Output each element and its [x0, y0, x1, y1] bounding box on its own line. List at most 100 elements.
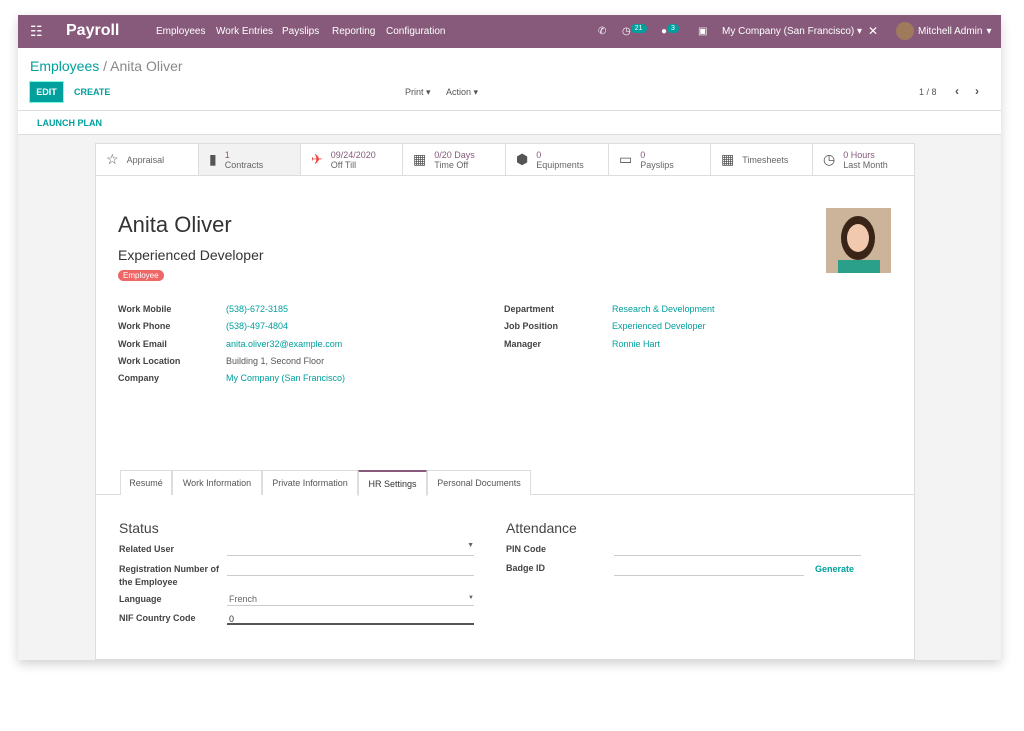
- launch-plan-button[interactable]: LAUNCH PLAN: [37, 118, 102, 128]
- menu-configuration[interactable]: Configuration: [386, 26, 445, 37]
- stat-label: Off Till: [330, 159, 357, 170]
- field-value[interactable]: Research & Development: [612, 304, 715, 314]
- stat-label: Payslips: [640, 159, 674, 170]
- field-label: Work Mobile: [118, 304, 172, 314]
- generate-badge-button[interactable]: Generate: [815, 564, 854, 574]
- job-title: Experienced Developer: [118, 247, 264, 263]
- navbar: ☷ Payroll Employees Work Entries Payslip…: [18, 15, 1001, 48]
- chevron-down-icon: ▼: [467, 542, 474, 549]
- nif-country-code-label: NIF Country Code: [119, 613, 196, 623]
- pager: 1 / 8: [919, 87, 937, 97]
- create-button[interactable]: CREATE: [74, 87, 110, 97]
- registration-number-input[interactable]: [227, 562, 474, 576]
- avatar: [896, 22, 914, 40]
- related-user-select[interactable]: ▼: [227, 542, 474, 556]
- language-select[interactable]: French ▼: [227, 592, 474, 606]
- tab-personal-documents[interactable]: Personal Documents: [427, 470, 531, 495]
- breadcrumb-current: Anita Oliver: [110, 58, 183, 74]
- action-dropdown[interactable]: Action ▾: [446, 87, 478, 98]
- employee-name: Anita Oliver: [118, 212, 232, 237]
- stat-button-payslips[interactable]: ▭ 0 Payslips: [609, 144, 711, 176]
- pin-code-input[interactable]: [614, 542, 861, 556]
- stat-label: Last Month: [843, 159, 888, 170]
- app-window: ☷ Payroll Employees Work Entries Payslip…: [18, 15, 1001, 660]
- field-value[interactable]: (538)-672-3185: [226, 304, 288, 314]
- field-value[interactable]: Ronnie Hart: [612, 339, 660, 349]
- plane-icon: ✈: [311, 151, 323, 167]
- company-name: My Company (San Francisco): [722, 26, 855, 37]
- tab-hr-settings[interactable]: HR Settings: [358, 470, 427, 496]
- calendar-icon: ▦: [413, 151, 427, 167]
- clock-icon: ◷: [823, 151, 836, 167]
- stat-label: Equipments: [536, 159, 584, 170]
- stat-button-appraisal[interactable]: ☆ Appraisal: [96, 144, 199, 176]
- menu-work-entries[interactable]: Work Entries: [216, 26, 273, 37]
- field-value[interactable]: Experienced Developer: [612, 321, 706, 331]
- next-button[interactable]: ›: [975, 84, 979, 98]
- breadcrumb-employees[interactable]: Employees: [30, 58, 99, 74]
- status-section-title: Status: [119, 520, 159, 536]
- tab-resumé[interactable]: Resumé: [120, 470, 172, 495]
- app-title: Payroll: [66, 22, 120, 39]
- stat-value: 0: [536, 149, 542, 160]
- stat-button-last-month[interactable]: ◷ 0 Hours Last Month: [813, 144, 915, 176]
- field-label: Work Email: [118, 338, 167, 349]
- field-label: Work Location: [118, 355, 181, 366]
- breadcrumb: Employees / Anita Oliver: [30, 58, 183, 74]
- employee-tag: Employee: [118, 270, 164, 281]
- phone-icon[interactable]: ✆: [598, 26, 606, 37]
- user-menu[interactable]: Mitchell Admin ▾: [896, 22, 992, 40]
- tab-private-information[interactable]: Private Information: [262, 470, 358, 495]
- edit-button[interactable]: EDIT: [29, 81, 64, 103]
- tab-work-information[interactable]: Work Information: [172, 470, 262, 495]
- company-switcher[interactable]: My Company (San Francisco) ▾: [722, 26, 862, 37]
- stat-value: 0 Hours: [843, 149, 875, 160]
- stat-value: 1: [224, 149, 230, 160]
- control-panel: Employees / Anita Oliver EDIT CREATE Pri…: [18, 48, 1001, 135]
- pin-code-label: PIN Code: [506, 544, 547, 554]
- chevron-down-icon: ▼: [468, 595, 474, 601]
- gift-icon[interactable]: ▣: [698, 26, 707, 37]
- messages-button[interactable]: ● 3: [661, 24, 679, 37]
- field-value[interactable]: My Company (San Francisco): [226, 373, 345, 383]
- money-icon: ▭: [619, 151, 633, 167]
- apps-menu-icon[interactable]: ☷: [30, 23, 43, 40]
- activity-count: 21: [630, 24, 647, 33]
- stat-button-time-off[interactable]: ▦ 0/20 Days Time Off: [403, 144, 506, 176]
- activity-button[interactable]: ◷ 21: [622, 24, 647, 37]
- star-icon: ☆: [106, 151, 119, 167]
- field-value[interactable]: (538)-497-4804: [226, 321, 288, 331]
- field-label: Manager: [504, 338, 542, 349]
- field-label: Department: [504, 304, 555, 314]
- menu-employees[interactable]: Employees: [156, 26, 205, 37]
- registration-number-label: Registration Number of the Employee: [119, 564, 220, 587]
- stat-button-timesheets[interactable]: ▦ Timesheets: [711, 144, 813, 176]
- badge-id-label: Badge ID: [506, 563, 546, 573]
- stat-label: Timesheets: [742, 154, 789, 165]
- field-label: Job Position: [504, 321, 558, 332]
- stat-value: 0: [640, 149, 646, 160]
- stat-button-off-till[interactable]: ✈ 09/24/2020 Off Till: [301, 144, 403, 176]
- print-dropdown[interactable]: Print ▾: [405, 87, 431, 98]
- stat-button-equipments[interactable]: ⬢ 0 Equipments: [506, 144, 609, 176]
- field-value[interactable]: anita.oliver32@example.com: [226, 339, 342, 349]
- nif-country-code-input[interactable]: 0: [227, 611, 474, 625]
- clock-icon: ◷: [622, 26, 631, 37]
- stat-button-contracts[interactable]: ▮ 1 Contracts: [199, 144, 301, 176]
- stat-label: Appraisal: [126, 154, 165, 165]
- stat-label: Contracts: [224, 159, 264, 170]
- menu-reporting[interactable]: Reporting: [332, 26, 375, 37]
- badge-id-input[interactable]: [614, 562, 804, 576]
- prev-button[interactable]: ‹: [955, 84, 959, 98]
- field-value: Building 1, Second Floor: [226, 355, 325, 366]
- employee-photo[interactable]: [826, 208, 891, 273]
- field-label: Work Phone: [118, 321, 171, 332]
- menu-payslips[interactable]: Payslips: [282, 26, 319, 37]
- form-tabs: Resumé Work Information Private Informatio…: [96, 470, 914, 496]
- related-user-label: Related User: [119, 544, 175, 554]
- field-label: Company: [118, 373, 160, 384]
- language-label: Language: [119, 594, 162, 604]
- user-name: Mitchell Admin: [918, 25, 983, 37]
- debug-tools-icon[interactable]: ✕: [868, 24, 878, 38]
- message-count: 3: [667, 24, 679, 33]
